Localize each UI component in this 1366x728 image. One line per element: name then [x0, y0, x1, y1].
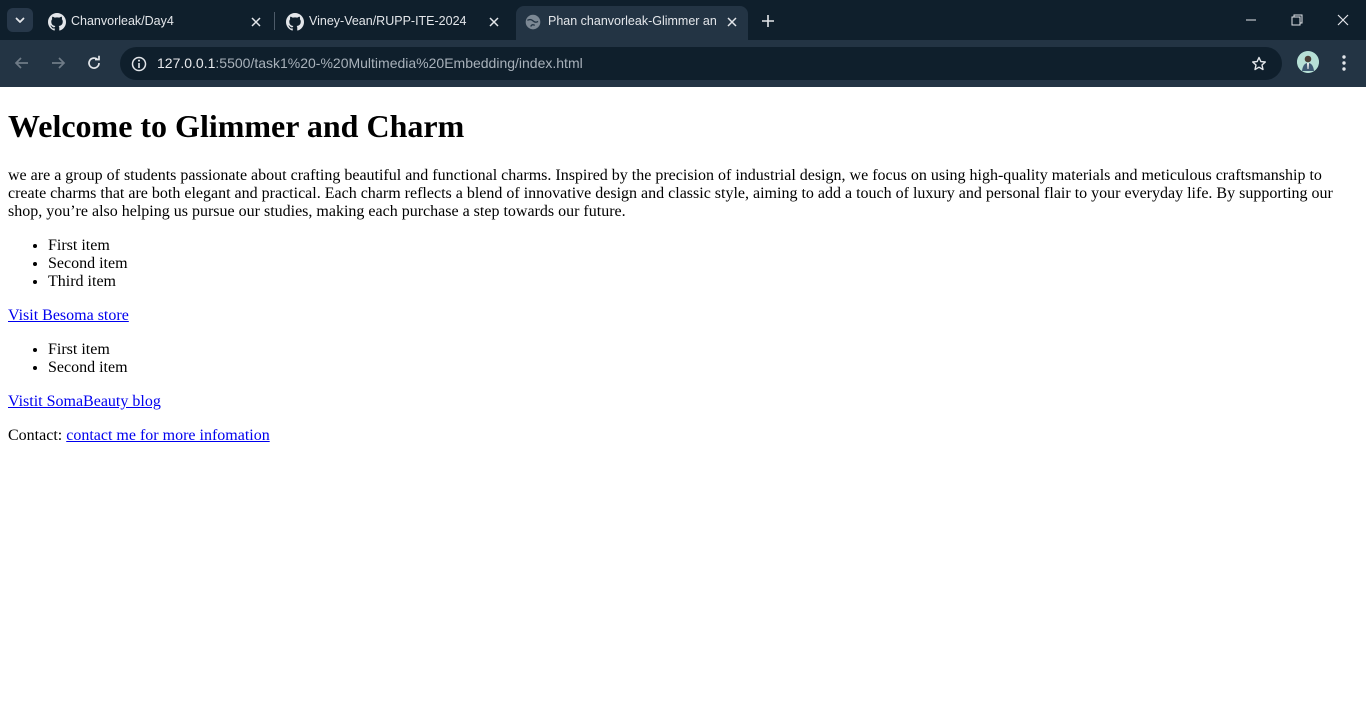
browser-toolbar: 127.0.0.1:5500/task1%20-%20Multimedia%20…: [0, 40, 1366, 87]
url-path: :5500/task1%20-%20Multimedia%20Embedding…: [215, 55, 583, 71]
contact-label: Contact:: [8, 427, 67, 444]
info-icon: [131, 56, 147, 72]
tab-strip: Chanvorleak/Day4 Viney-Vean/RUPP-ITE-202…: [0, 0, 1366, 40]
list-item: Third item: [48, 273, 128, 291]
restore-button[interactable]: [1285, 8, 1309, 32]
intro-paragraph: we are a group of students passionate ab…: [8, 167, 1333, 220]
url-host: 127.0.0.1: [157, 55, 216, 71]
list-item: Second item: [48, 359, 128, 377]
new-tab-button[interactable]: [757, 10, 779, 32]
reload-button[interactable]: [82, 51, 106, 75]
store-link-paragraph: Visit Besoma store: [8, 307, 129, 325]
item-list-2: First item Second item: [48, 341, 128, 377]
globe-icon: [525, 14, 541, 30]
profile-avatar[interactable]: [1297, 51, 1319, 73]
kebab-menu-icon: [1342, 55, 1346, 71]
chevron-down-icon: [15, 17, 25, 23]
item-list-1: First item Second item Third item: [48, 237, 128, 291]
plus-icon: [762, 15, 774, 27]
tab-viney-vean-rupp[interactable]: Viney-Vean/RUPP-ITE-2024: [274, 6, 510, 40]
forward-button[interactable]: [46, 51, 70, 75]
close-icon: [1337, 14, 1349, 26]
back-arrow-icon: [14, 57, 28, 69]
page-content: Welcome to Glimmer and Charm we are a gr…: [0, 87, 1366, 728]
close-tab-icon[interactable]: [484, 12, 504, 32]
list-item: First item: [48, 237, 128, 255]
forward-arrow-icon: [52, 57, 66, 69]
address-bar[interactable]: 127.0.0.1:5500/task1%20-%20Multimedia%20…: [120, 47, 1282, 80]
tab-chanvorleak-day4[interactable]: Chanvorleak/Day4: [36, 6, 272, 40]
close-tab-icon[interactable]: [246, 12, 266, 32]
tab-title: Phan chanvorleak-Glimmer and: [548, 14, 716, 28]
url-text[interactable]: 127.0.0.1:5500/task1%20-%20Multimedia%20…: [157, 55, 583, 71]
restore-icon: [1291, 14, 1303, 26]
tab-glimmer-and-charm[interactable]: Phan chanvorleak-Glimmer and: [516, 6, 748, 40]
tab-search-button[interactable]: [7, 8, 33, 32]
contact-link[interactable]: contact me for more infomation: [66, 427, 269, 444]
profile-avatar-icon: [1297, 51, 1319, 73]
minimize-icon: [1246, 19, 1256, 21]
list-item: First item: [48, 341, 128, 359]
contact-paragraph: Contact: contact me for more infomation: [8, 427, 270, 445]
somabeauty-blog-link[interactable]: Vistit SomaBeauty blog: [8, 393, 161, 410]
browser-menu-button[interactable]: [1332, 51, 1356, 75]
back-button[interactable]: [10, 51, 34, 75]
close-window-button[interactable]: [1331, 8, 1355, 32]
github-icon: [286, 13, 304, 31]
page-heading: Welcome to Glimmer and Charm: [8, 108, 465, 144]
site-info-button[interactable]: [127, 52, 151, 76]
bookmark-button[interactable]: [1247, 52, 1271, 76]
tab-title: Viney-Vean/RUPP-ITE-2024: [309, 14, 467, 28]
tab-title: Chanvorleak/Day4: [71, 14, 174, 28]
reload-icon: [88, 55, 100, 69]
list-item: Second item: [48, 255, 128, 273]
minimize-button[interactable]: [1239, 8, 1263, 32]
star-icon: [1252, 56, 1266, 71]
besoma-store-link[interactable]: Visit Besoma store: [8, 307, 129, 324]
close-tab-icon[interactable]: [722, 12, 742, 32]
blog-link-paragraph: Vistit SomaBeauty blog: [8, 393, 161, 411]
github-icon: [48, 13, 66, 31]
